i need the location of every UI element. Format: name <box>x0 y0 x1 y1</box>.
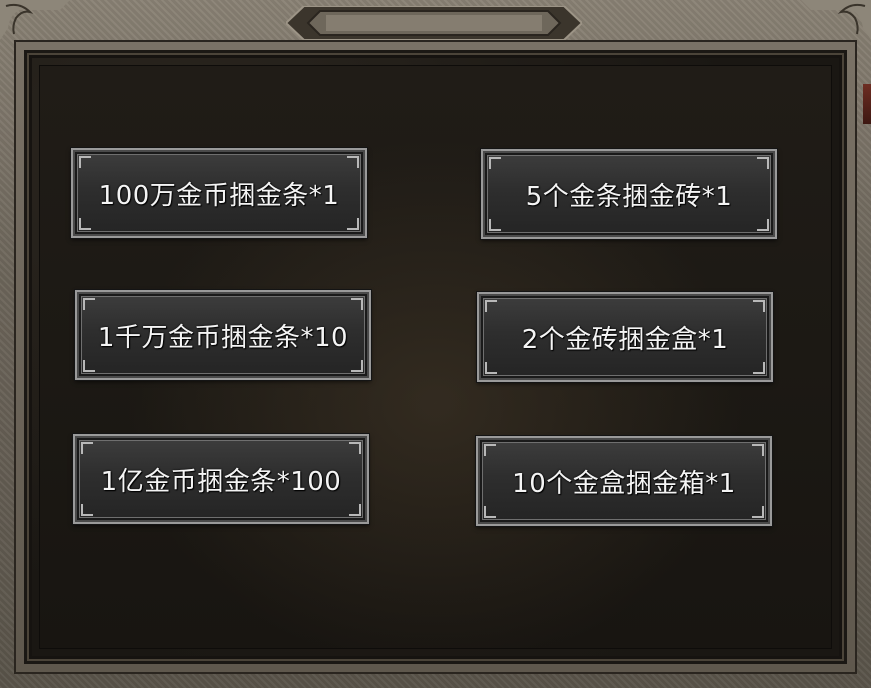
button-label: 1亿金币捆金条*100 <box>100 466 342 497</box>
dialog-frame: 100万金币捆金条*1 1千万金币捆金条*10 1亿金币捆金条*100 5个金条… <box>0 0 871 688</box>
button-corner-decoration <box>485 362 497 374</box>
bundle-button-gold-chest[interactable]: 10个金盒捆金箱*1 <box>476 436 772 526</box>
button-corner-decoration <box>347 218 359 230</box>
button-corner-decoration <box>752 506 764 518</box>
button-corner-decoration <box>81 504 93 516</box>
button-label: 100万金币捆金条*1 <box>98 180 340 211</box>
corner-ornament-right <box>801 0 871 40</box>
title-plate <box>286 6 582 40</box>
button-label: 2个金砖捆金盒*1 <box>521 324 729 355</box>
button-corner-decoration <box>484 506 496 518</box>
button-corner-decoration <box>349 504 361 516</box>
button-corner-decoration <box>489 219 501 231</box>
button-label: 10个金盒捆金箱*1 <box>512 468 736 499</box>
bundle-button-gold-bar-1[interactable]: 100万金币捆金条*1 <box>71 148 367 238</box>
bundle-button-gold-bar-100[interactable]: 1亿金币捆金条*100 <box>73 434 369 524</box>
button-corner-decoration <box>757 219 769 231</box>
corner-ornament-left <box>0 0 70 40</box>
button-label: 5个金条捆金砖*1 <box>525 181 733 212</box>
button-label: 1千万金币捆金条*10 <box>97 322 349 353</box>
side-tab-marker <box>863 84 871 124</box>
button-corner-decoration <box>753 362 765 374</box>
button-corner-decoration <box>351 360 363 372</box>
bundle-button-gold-box[interactable]: 2个金砖捆金盒*1 <box>477 292 773 382</box>
bundle-button-gold-bar-10[interactable]: 1千万金币捆金条*10 <box>75 290 371 380</box>
button-corner-decoration <box>79 218 91 230</box>
bundle-button-gold-brick[interactable]: 5个金条捆金砖*1 <box>481 149 777 239</box>
button-corner-decoration <box>83 360 95 372</box>
